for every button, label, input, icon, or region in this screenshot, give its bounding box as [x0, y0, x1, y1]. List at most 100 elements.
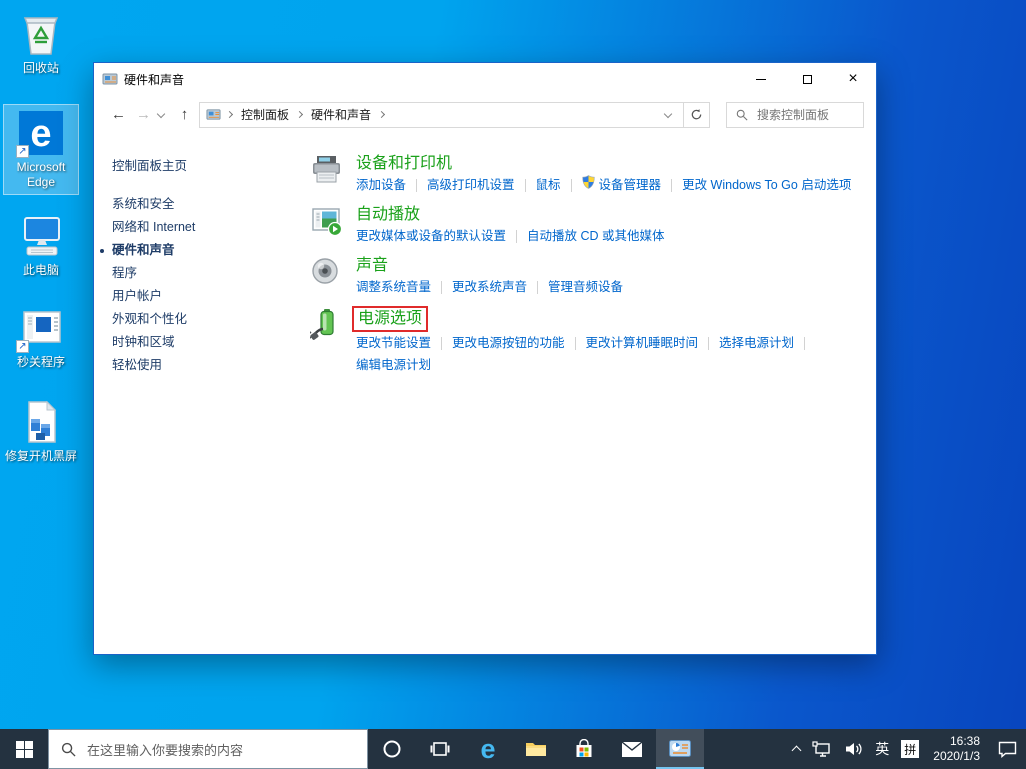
volume-tray-button[interactable] [838, 729, 869, 769]
sidebar: 控制面板主页 系统和安全 网络和 Internet 硬件和声音 程序 用户帐户 … [94, 134, 310, 654]
taskbar-clock[interactable]: 16:38 2020/1/3 [925, 734, 988, 764]
battery-icon [310, 307, 343, 340]
task-view-button[interactable] [416, 729, 464, 769]
window-title: 硬件和声音 [124, 71, 738, 88]
desktop-icon-label: 此电脑 [5, 263, 77, 278]
section-sound: 声音 调整系统音量 更改系统声音 管理音频设备 [310, 255, 876, 298]
sidebar-item-system-security[interactable]: 系统和安全 [112, 193, 310, 216]
desktop-icon-recycle-bin[interactable]: 回收站 [3, 6, 79, 80]
start-button[interactable] [0, 729, 48, 769]
minimize-icon [756, 79, 766, 80]
printer-icon [310, 154, 343, 187]
task-link-sleep-time[interactable]: 更改计算机睡眠时间 [586, 332, 699, 354]
divider [671, 179, 672, 192]
desktop-icon-quick-close-program[interactable]: ↗ 秒关程序 [3, 300, 79, 374]
shortcut-arrow-icon: ↗ [16, 340, 29, 353]
divider [441, 337, 442, 350]
sidebar-item-ease-of-access[interactable]: 轻松使用 [112, 354, 310, 377]
task-link-adjust-volume[interactable]: 调整系统音量 [356, 276, 431, 298]
section-autoplay: 自动播放 更改媒体或设备的默认设置 自动播放 CD 或其他媒体 [310, 204, 876, 247]
recent-pages-chevron-icon[interactable] [157, 109, 165, 117]
category-title-sound[interactable]: 声音 [356, 255, 388, 276]
chevron-up-icon [792, 746, 802, 756]
divider [525, 179, 526, 192]
task-link-manage-audio[interactable]: 管理音频设备 [548, 276, 623, 298]
edge-taskbar-button[interactable]: e [464, 729, 512, 769]
close-button[interactable]: × [830, 63, 876, 95]
desktop-icon-label: 修复开机黑屏 [5, 449, 77, 464]
breadcrumb-chevron-icon [378, 110, 385, 117]
store-button[interactable] [560, 729, 608, 769]
task-link-add-device[interactable]: 添加设备 [356, 174, 406, 196]
back-button[interactable]: ← [106, 106, 131, 123]
desktop-icon-this-pc[interactable]: 此电脑 [3, 208, 79, 282]
task-link-power-buttons[interactable]: 更改电源按钮的功能 [452, 332, 565, 354]
task-link-change-power-saving[interactable]: 更改节能设置 [356, 332, 431, 354]
control-panel-search-input[interactable]: 搜索控制面板 [726, 102, 864, 128]
breadcrumb-hardware-sound[interactable]: 硬件和声音 [309, 106, 373, 123]
category-title-devices-printers[interactable]: 设备和打印机 [356, 153, 452, 174]
recycle-bin-icon [17, 10, 65, 58]
minimize-button[interactable] [738, 63, 784, 95]
desktop-icon-microsoft-edge[interactable]: e ↗ Microsoft Edge [3, 104, 79, 195]
uac-shield-icon [582, 174, 595, 196]
taskbar-search-input[interactable]: 在这里输入你要搜索的内容 [48, 729, 368, 769]
highlight-rectangle: 电源选项 [352, 306, 428, 332]
window-body: 控制面板主页 系统和安全 网络和 Internet 硬件和声音 程序 用户帐户 … [94, 134, 876, 654]
address-dropdown-button[interactable] [657, 106, 679, 124]
sidebar-item-appearance[interactable]: 外观和个性化 [112, 308, 310, 331]
forward-button[interactable]: → [131, 106, 156, 123]
task-link-change-sounds[interactable]: 更改系统声音 [452, 276, 527, 298]
divider [571, 179, 572, 192]
task-link-mouse[interactable]: 鼠标 [536, 174, 561, 196]
address-bar[interactable]: 控制面板 硬件和声音 [199, 102, 684, 128]
control-panel-window: 硬件和声音 × ← → ↑ 控制面板 硬件和声音 [93, 62, 877, 655]
sidebar-item-hardware-sound[interactable]: 硬件和声音 [112, 239, 310, 262]
task-link-autoplay-cd[interactable]: 自动播放 CD 或其他媒体 [527, 225, 665, 247]
maximize-button[interactable] [784, 63, 830, 95]
category-title-autoplay[interactable]: 自动播放 [356, 204, 420, 225]
category-title-power-options[interactable]: 电源选项 [358, 308, 422, 329]
tray-expand-button[interactable] [787, 729, 806, 769]
action-center-icon [998, 741, 1017, 758]
title-bar[interactable]: 硬件和声音 × [94, 63, 876, 95]
sidebar-item-user-accounts[interactable]: 用户帐户 [112, 285, 310, 308]
task-link-change-media-defaults[interactable]: 更改媒体或设备的默认设置 [356, 225, 506, 247]
refresh-button[interactable] [683, 102, 710, 128]
breadcrumb-control-panel[interactable]: 控制面板 [239, 106, 291, 123]
network-icon [812, 741, 832, 758]
sidebar-item-programs[interactable]: 程序 [112, 262, 310, 285]
window-icon [102, 71, 118, 87]
file-explorer-button[interactable] [512, 729, 560, 769]
speaker-icon [310, 256, 343, 289]
up-button[interactable]: ↑ [172, 106, 197, 123]
task-link-windows-to-go[interactable]: 更改 Windows To Go 启动选项 [682, 174, 851, 196]
divider [575, 337, 576, 350]
registry-file-icon [17, 398, 65, 446]
sidebar-item-network-internet[interactable]: 网络和 Internet [112, 216, 310, 239]
task-link-advanced-printer[interactable]: 高级打印机设置 [427, 174, 515, 196]
ime-badge: 拼 [901, 740, 919, 758]
section-power-options: 电源选项 更改节能设置 更改电源按钮的功能 更改计算机睡眠时间 选择电源计划 编… [310, 306, 876, 376]
autoplay-icon [310, 205, 343, 238]
task-link-device-manager[interactable]: 设备管理器 [582, 174, 662, 196]
sidebar-item-home[interactable]: 控制面板主页 [112, 155, 310, 178]
control-panel-taskbar-button[interactable] [656, 729, 704, 769]
desktop-icon-label: 回收站 [5, 61, 77, 76]
cortana-button[interactable] [368, 729, 416, 769]
network-tray-button[interactable] [806, 729, 838, 769]
mail-button[interactable] [608, 729, 656, 769]
divider [537, 281, 538, 294]
edge-icon: e [480, 734, 495, 765]
sidebar-item-clock-region[interactable]: 时钟和区域 [112, 331, 310, 354]
system-tray: 英 拼 16:38 2020/1/3 [787, 729, 1026, 769]
input-language-indicator[interactable]: 英 [869, 729, 895, 769]
file-explorer-icon [525, 740, 547, 758]
desktop-icon-label: Microsoft Edge [6, 160, 76, 190]
desktop-icon-fix-black-screen[interactable]: 修复开机黑屏 [3, 394, 79, 468]
task-link-edit-power-plan[interactable]: 编辑电源计划 [356, 354, 431, 376]
ime-mode-button[interactable]: 拼 [895, 729, 925, 769]
task-link-choose-power-plan[interactable]: 选择电源计划 [719, 332, 794, 354]
action-center-button[interactable] [988, 729, 1026, 769]
divider [441, 281, 442, 294]
